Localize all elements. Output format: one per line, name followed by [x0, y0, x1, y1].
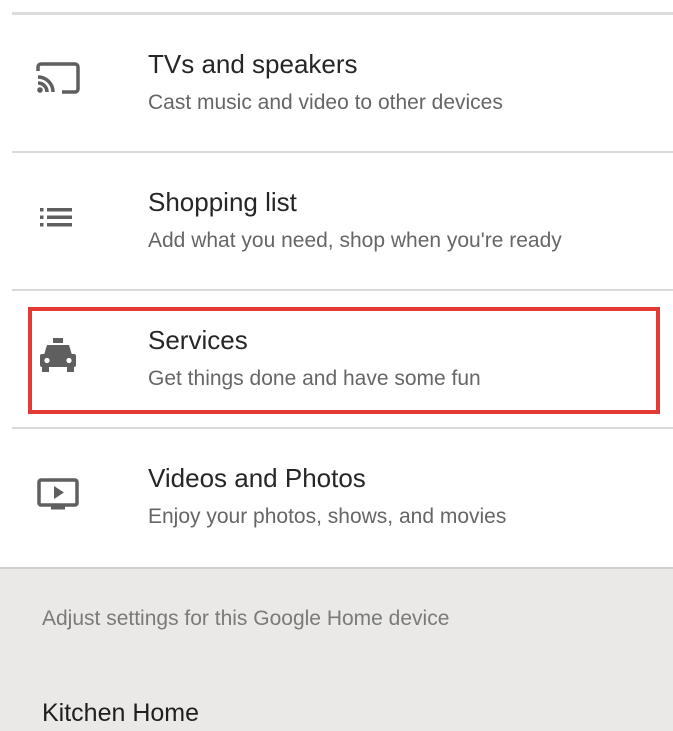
- cast-icon: [34, 57, 82, 101]
- menu-item-title: TVs and speakers: [148, 49, 358, 79]
- menu-item-title: Videos and Photos: [148, 463, 366, 493]
- device-settings-section: Adjust settings for this Google Home dev…: [0, 567, 673, 731]
- device-name-item[interactable]: Kitchen Home: [42, 699, 199, 728]
- settings-hint: Adjust settings for this Google Home dev…: [42, 607, 450, 630]
- menu-item-shopping-list[interactable]: Shopping list Add what you need, shop wh…: [0, 153, 673, 291]
- menu-item-subtitle: Cast music and video to other devices: [148, 91, 503, 114]
- taxi-icon: [34, 333, 82, 377]
- menu-item-tvs-and-speakers[interactable]: TVs and speakers Cast music and video to…: [0, 15, 673, 153]
- app-screen: TVs and speakers Cast music and video to…: [0, 0, 673, 731]
- menu-item-subtitle: Enjoy your photos, shows, and movies: [148, 505, 507, 528]
- menu-item-subtitle: Add what you need, shop when you're read…: [148, 229, 562, 252]
- list-icon: [34, 195, 82, 239]
- menu-item-videos-and-photos[interactable]: Videos and Photos Enjoy your photos, sho…: [0, 429, 673, 567]
- menu-item-services[interactable]: Services Get things done and have some f…: [0, 291, 673, 429]
- menu-item-title: Shopping list: [148, 187, 297, 217]
- video-play-icon: [34, 471, 82, 515]
- menu-item-subtitle: Get things done and have some fun: [148, 367, 481, 390]
- menu-list: TVs and speakers Cast music and video to…: [0, 15, 673, 567]
- menu-item-title: Services: [148, 325, 248, 355]
